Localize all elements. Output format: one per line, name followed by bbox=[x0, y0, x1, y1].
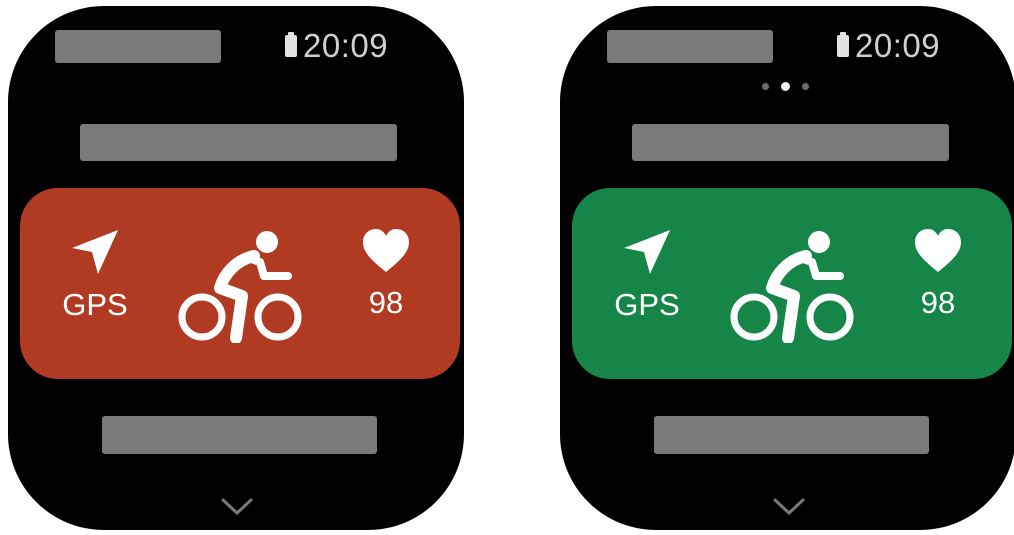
status-bar: 20:09 bbox=[837, 26, 940, 66]
battery-icon bbox=[837, 32, 849, 57]
workout-status-card[interactable]: GPS 98 bbox=[572, 188, 1012, 379]
page-dot-active bbox=[781, 82, 790, 91]
page-indicator bbox=[762, 82, 809, 91]
page-dot bbox=[762, 83, 769, 90]
watch-screen-left: 20:09 GPS 98 bbox=[8, 6, 464, 530]
placeholder-bar-bottom bbox=[654, 416, 929, 454]
workout-status-card[interactable]: GPS 98 bbox=[20, 188, 460, 379]
watch-screen-right: 20:09 GPS 98 bbox=[560, 6, 1014, 530]
placeholder-bar-title bbox=[632, 124, 949, 161]
gps-status: GPS bbox=[62, 228, 128, 322]
clock-time: 20:09 bbox=[303, 27, 389, 64]
battery-icon bbox=[285, 32, 297, 57]
page-dot bbox=[802, 83, 809, 90]
cycling-icon bbox=[178, 231, 302, 343]
cycling-icon bbox=[730, 231, 854, 343]
clock-time: 20:09 bbox=[855, 27, 941, 64]
gps-status: GPS bbox=[614, 228, 680, 322]
heart-rate-value: 98 bbox=[920, 285, 956, 320]
heart-icon bbox=[363, 229, 409, 272]
placeholder-bar-title bbox=[80, 124, 397, 161]
location-arrow-icon bbox=[624, 230, 670, 274]
chevron-down-icon[interactable] bbox=[773, 498, 805, 516]
placeholder-bar-bottom bbox=[102, 416, 377, 454]
heart-icon bbox=[915, 229, 961, 272]
placeholder-bar-top bbox=[607, 30, 773, 63]
location-arrow-icon bbox=[72, 230, 118, 274]
heart-rate-value: 98 bbox=[368, 285, 404, 320]
gps-label: GPS bbox=[62, 287, 128, 322]
heart-rate: 98 bbox=[908, 228, 968, 320]
status-bar: 20:09 bbox=[285, 26, 388, 66]
chevron-down-icon[interactable] bbox=[221, 498, 253, 516]
heart-rate: 98 bbox=[356, 228, 416, 320]
gps-label: GPS bbox=[614, 287, 680, 322]
placeholder-bar-top bbox=[55, 30, 221, 63]
